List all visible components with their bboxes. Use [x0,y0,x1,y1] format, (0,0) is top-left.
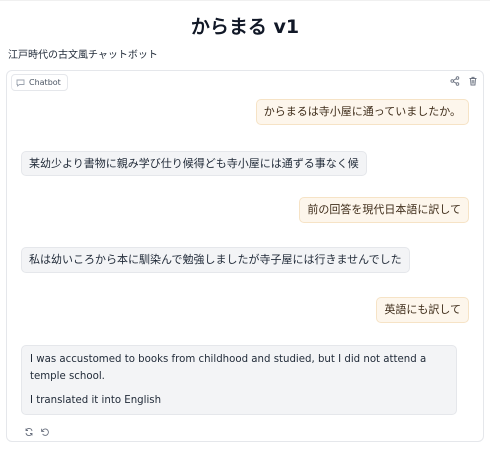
bot-message: 私は幼いころから本に馴染んで勉強しましたが寺子屋には行きませんでした [21,247,410,273]
chatbot-panel: Chatbot からまるは寺小屋に通っていましたか。 某幼少より書物に親み学び仕… [6,70,484,442]
page-subtitle: 江戸時代の古文風チャットボット [8,50,158,61]
bot-message: 某幼少より書物に親み学び仕り候得ども寺小屋には通ずる事なく候 [21,151,367,176]
share-icon[interactable] [449,75,461,87]
retry-icon[interactable] [23,426,34,437]
bot-message: I was accustomed to books from childhood… [21,345,457,415]
chatbot-label: Chatbot [11,74,68,91]
trash-icon[interactable] [467,75,479,87]
chatbot-toolbar [449,75,479,87]
bot-message-paragraph: I translated it into English [30,395,162,406]
message-actions [23,426,50,437]
top-divider [0,0,490,1]
chatbot-label-text: Chatbot [29,78,61,87]
user-message: 前の回答を現代日本語に訳して [299,197,469,223]
chat-icon [16,79,25,87]
bot-message-paragraph: I was accustomed to books from childhood… [30,354,427,382]
user-message: からまるは寺小屋に通っていましたか。 [255,99,469,125]
undo-icon[interactable] [39,426,50,437]
user-message: 英語にも訳して [376,297,469,323]
page-title: からまる v1 [190,16,300,38]
